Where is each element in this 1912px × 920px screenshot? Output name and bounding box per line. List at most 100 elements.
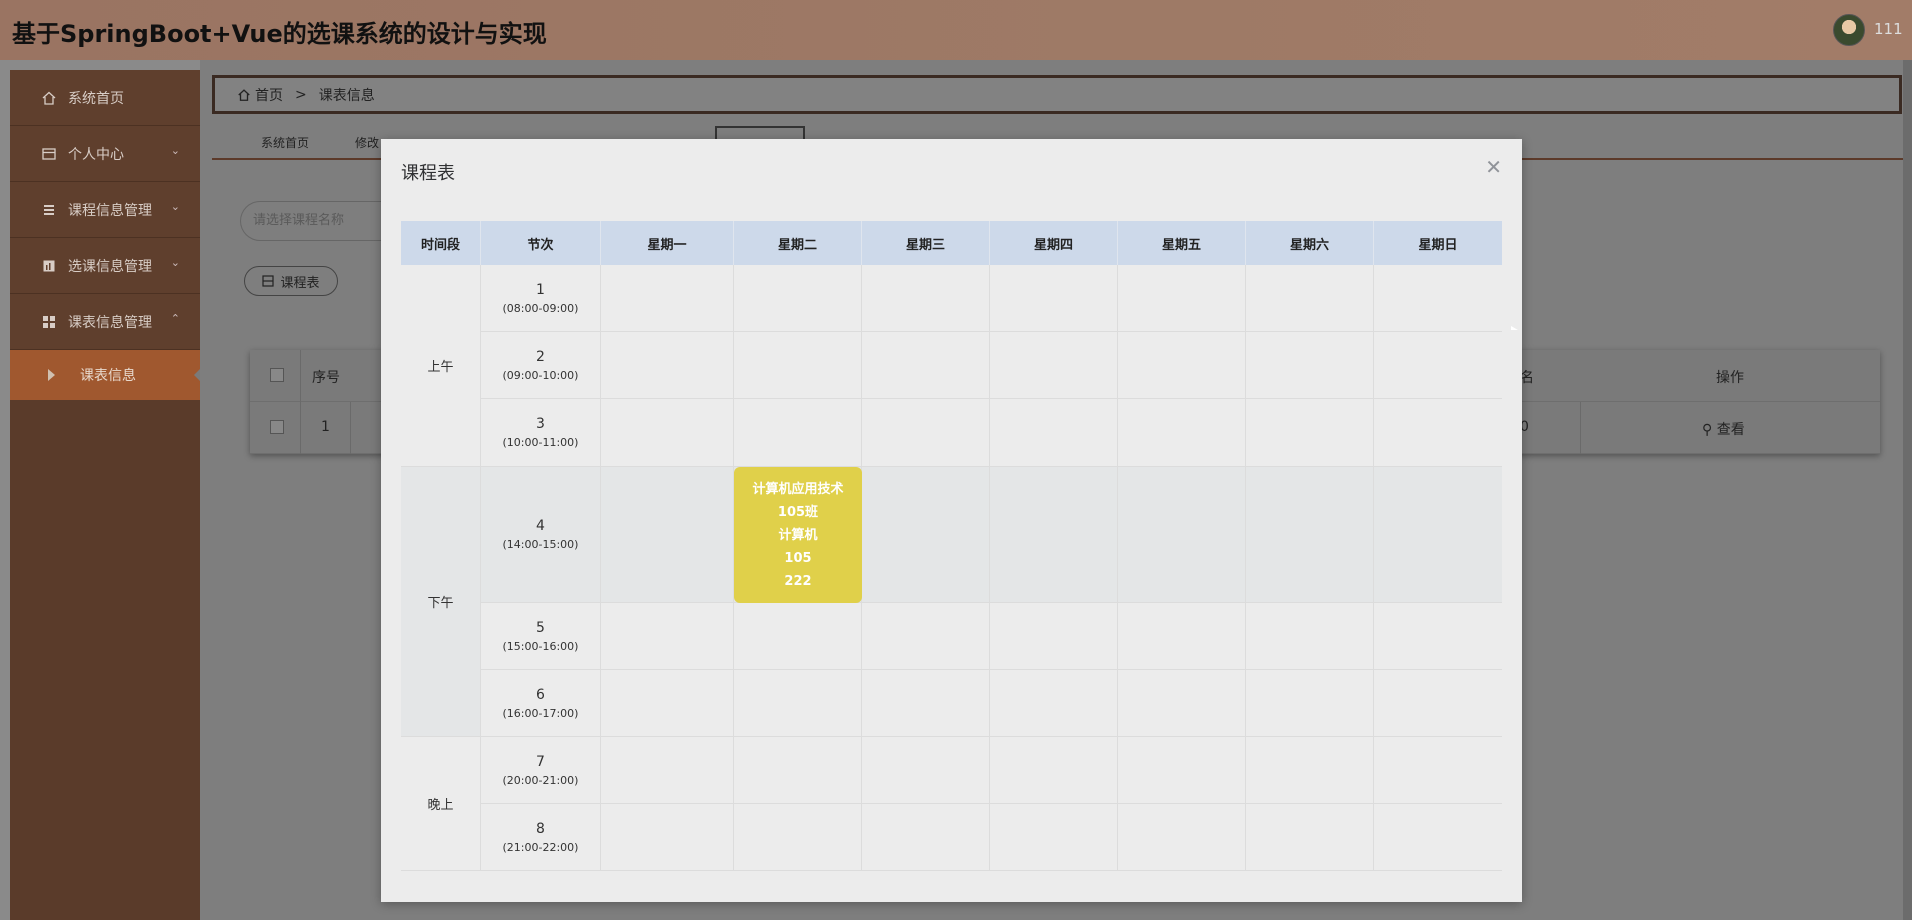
sidebar-subitem-label: 课表信息 bbox=[80, 368, 136, 384]
sidebar-item-course-info[interactable]: 课程信息管理 ⌄ bbox=[10, 182, 200, 238]
session-cell: 6 (16:00-17:00) bbox=[481, 670, 601, 736]
session-number: 1 bbox=[536, 281, 545, 298]
row-index: 1 bbox=[321, 419, 330, 435]
sidebar-item-label: 课表信息管理 bbox=[68, 314, 152, 331]
header-tue: 星期二 bbox=[734, 221, 862, 265]
schedule-button-label: 课程表 bbox=[280, 275, 320, 291]
tab-home[interactable]: 系统首页 bbox=[261, 134, 309, 151]
chart-icon bbox=[40, 257, 58, 275]
period-morning: 上午 bbox=[401, 265, 481, 467]
session-cell: 1 (08:00-09:00) bbox=[481, 265, 601, 331]
sidebar-item-label: 系统首页 bbox=[68, 90, 124, 107]
select-all-checkbox[interactable] bbox=[270, 368, 284, 382]
session-time: (09:00-10:00) bbox=[502, 368, 579, 382]
chevron-down-icon: ⌄ bbox=[170, 256, 180, 269]
session-row: 6 (16:00-17:00) bbox=[481, 670, 1502, 737]
chevron-down-icon: ⌄ bbox=[170, 200, 180, 213]
session-number: 5 bbox=[536, 619, 545, 636]
breadcrumb-home[interactable]: 首页 bbox=[255, 85, 283, 105]
home-icon bbox=[40, 89, 58, 107]
tab-modify[interactable]: 修改 bbox=[355, 134, 379, 151]
dialog-title: 课程表 bbox=[401, 163, 455, 184]
session-number: 6 bbox=[536, 686, 545, 703]
header-period: 时间段 bbox=[401, 221, 481, 265]
row-checkbox[interactable] bbox=[270, 420, 284, 434]
header-sat: 星期六 bbox=[1246, 221, 1374, 265]
header-session: 节次 bbox=[481, 221, 601, 265]
mouse-cursor bbox=[1511, 326, 1518, 330]
view-button-label: 查看 bbox=[1716, 422, 1745, 438]
user-name[interactable]: 111 bbox=[1874, 20, 1903, 38]
course-room: 105 bbox=[784, 550, 812, 566]
sidebar-item-selection-info[interactable]: 选课信息管理 ⌄ bbox=[10, 238, 200, 294]
session-cell: 5 (15:00-16:00) bbox=[481, 603, 601, 669]
chevron-down-icon: ⌄ bbox=[170, 144, 180, 157]
session-row: 5 (15:00-16:00) bbox=[481, 603, 1502, 670]
sidebar-item-personal[interactable]: 个人中心 ⌄ bbox=[10, 126, 200, 182]
session-time: (21:00-22:00) bbox=[502, 840, 579, 854]
list-icon bbox=[40, 201, 58, 219]
close-icon[interactable]: ✕ bbox=[1485, 155, 1502, 179]
view-button[interactable]: ⚲ 查看 bbox=[1702, 419, 1745, 439]
header-thu: 星期四 bbox=[990, 221, 1118, 265]
header-fri: 星期五 bbox=[1118, 221, 1246, 265]
timetable-dialog: 课程表 ✕ 时间段 节次 星期一 星期二 星期三 星期四 星期五 星期六 星期日… bbox=[381, 139, 1522, 902]
wallet-icon bbox=[40, 145, 58, 163]
session-row: 8 (21:00-22:00) bbox=[481, 804, 1502, 871]
sidebar-item-label: 课程信息管理 bbox=[68, 202, 152, 219]
breadcrumb-separator: > bbox=[295, 86, 307, 103]
home-icon[interactable] bbox=[237, 88, 251, 102]
column-header-name: 名 bbox=[1520, 370, 1534, 386]
search-input[interactable]: 请选择课程名称 bbox=[240, 201, 400, 241]
period-afternoon: 下午 bbox=[401, 467, 481, 737]
session-row: 2 (09:00-10:00) bbox=[481, 332, 1502, 399]
session-cell: 4 (14:00-15:00) bbox=[481, 467, 601, 602]
period-evening: 晚上 bbox=[401, 737, 481, 871]
caret-right-icon bbox=[48, 369, 55, 381]
session-cell: 2 (09:00-10:00) bbox=[481, 332, 601, 398]
session-cell: 8 (21:00-22:00) bbox=[481, 804, 601, 870]
header-sun: 星期日 bbox=[1418, 237, 1458, 253]
session-time: (08:00-09:00) bbox=[502, 301, 579, 315]
course-class: 105班 bbox=[777, 504, 819, 520]
chevron-up-icon: ⌃ bbox=[170, 312, 180, 325]
sidebar-item-timetable-info[interactable]: 课表信息管理 ⌃ bbox=[10, 294, 200, 350]
session-row: 3 (10:00-11:00) bbox=[481, 399, 1502, 467]
session-time: (15:00-16:00) bbox=[502, 639, 579, 653]
course-name: 计算机应用技术 bbox=[752, 481, 844, 497]
column-header-actions: 操作 bbox=[1716, 370, 1744, 386]
session-time: (10:00-11:00) bbox=[502, 436, 579, 449]
course-card[interactable]: 计算机应用技术 105班 计算机 105 222 bbox=[734, 467, 862, 603]
course-extra: 222 bbox=[784, 573, 812, 589]
app-header: 基于SpringBoot+Vue的选课系统的设计与实现 111 bbox=[0, 0, 1912, 60]
sidebar-item-label: 个人中心 bbox=[68, 146, 124, 163]
session-number: 8 bbox=[536, 820, 545, 837]
sidebar-item-label: 选课信息管理 bbox=[68, 258, 152, 275]
session-cell: 7 (20:00-21:00) bbox=[481, 737, 601, 803]
sidebar-item-home[interactable]: 系统首页 bbox=[10, 70, 200, 126]
table-icon bbox=[262, 275, 275, 287]
session-number: 7 bbox=[536, 753, 545, 770]
column-divider bbox=[1580, 402, 1581, 454]
search-icon: ⚲ bbox=[1702, 422, 1713, 438]
column-divider bbox=[300, 350, 301, 402]
breadcrumb-current: 课表信息 bbox=[318, 87, 375, 104]
session-time: (16:00-17:00) bbox=[502, 706, 579, 720]
page-scrollbar[interactable] bbox=[1903, 60, 1912, 920]
sidebar-subitem-timetable[interactable]: 课表信息 bbox=[10, 350, 201, 400]
avatar[interactable] bbox=[1833, 14, 1865, 46]
column-divider bbox=[300, 402, 301, 454]
header-mon: 星期一 bbox=[601, 221, 734, 265]
session-row: 4 (14:00-15:00) bbox=[481, 467, 1502, 603]
breadcrumb: 首页 > 课表信息 bbox=[212, 75, 1902, 114]
app-title: 基于SpringBoot+Vue的选课系统的设计与实现 bbox=[12, 20, 547, 48]
session-time: (20:00-21:00) bbox=[502, 773, 579, 787]
session-number: 4 bbox=[536, 518, 545, 534]
course-teacher: 计算机 bbox=[778, 527, 818, 543]
timetable: 时间段 节次 星期一 星期二 星期三 星期四 星期五 星期六 星期日 上午 下午… bbox=[401, 221, 1502, 871]
timetable-header: 时间段 节次 星期一 星期二 星期三 星期四 星期五 星期六 星期日 bbox=[401, 221, 1502, 265]
column-header-index: 序号 bbox=[312, 370, 340, 386]
session-cell: 3 (10:00-11:00) bbox=[481, 399, 601, 466]
sidebar: 系统首页 个人中心 ⌄ 课程信息管理 ⌄ 选课信息管理 ⌄ 课表信息管理 ⌃ 课… bbox=[10, 70, 201, 920]
schedule-button[interactable]: 课程表 bbox=[244, 266, 338, 296]
